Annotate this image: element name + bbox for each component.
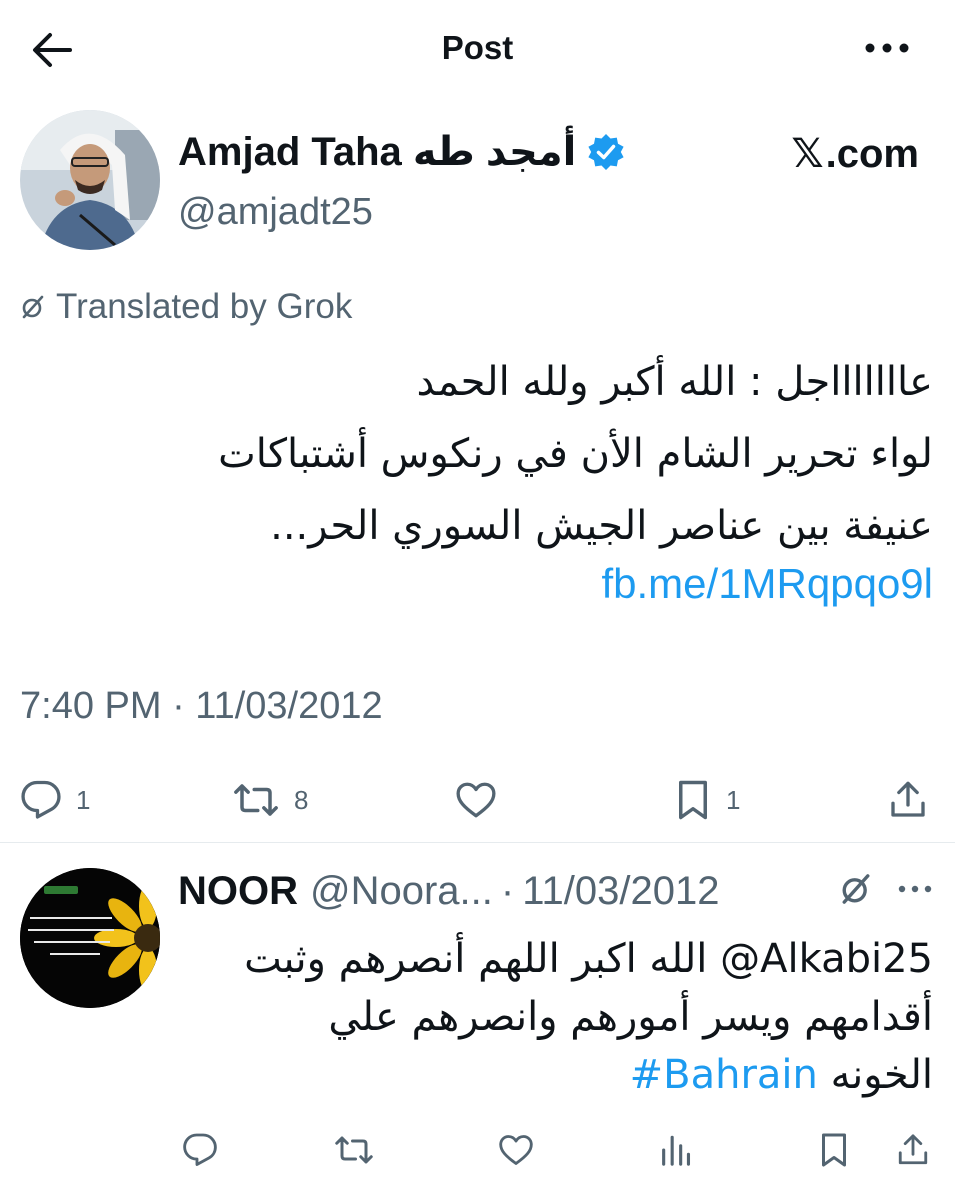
reply-actions — [0, 1128, 955, 1172]
repost-icon — [335, 1136, 373, 1164]
reply-text-line: أقدامهم ويسر أمورهم وانصرهم علي — [328, 994, 933, 1040]
top-bar: Post — [0, 0, 955, 96]
reply-translate-button[interactable] — [839, 872, 873, 911]
grok-translate-icon — [842, 874, 870, 904]
tweet-timestamp[interactable]: 7:40 PM · 11/03/2012 — [20, 682, 383, 730]
x-logo-icon: 𝕏 — [791, 131, 824, 177]
reply-text: Alkabi25@ الله اكبر اللهم أنصرهم وثبت أق… — [178, 930, 933, 1104]
reply-icon — [183, 1133, 217, 1166]
grok-translate-icon — [22, 295, 44, 319]
reply-header: NOOR @Noora... · 11/03/2012 — [178, 866, 925, 916]
reply-author-name[interactable]: NOOR — [178, 869, 298, 914]
views-chart-icon — [662, 1135, 691, 1166]
author-handle[interactable]: @amjadt25 — [178, 188, 373, 236]
more-horizontal-icon — [865, 43, 909, 53]
verified-badge-icon — [586, 132, 626, 172]
reply-button[interactable]: 1 — [20, 774, 90, 826]
tweet-text-line: عاااااااجل : الله أكبر ولله الحمد — [416, 359, 933, 405]
share-icon — [891, 781, 925, 817]
heart-icon — [456, 782, 496, 818]
reply-share-button[interactable] — [896, 1128, 930, 1172]
reply-more-button[interactable] — [897, 872, 933, 911]
tweet-text-line: عنيفة بين عناصر الجيش السوري الحر... — [270, 503, 933, 549]
repost-button[interactable]: 8 — [232, 774, 308, 826]
reply-repost-button[interactable] — [334, 1128, 374, 1172]
bookmark-icon — [679, 780, 707, 820]
source-domain-text: .com — [825, 132, 919, 176]
reply-text-line: الخونه #Bahrain — [178, 1046, 933, 1104]
reply-text-line: Alkabi25@ الله اكبر اللهم أنصرهم وثبت — [244, 936, 933, 982]
tweet-text: عاااااااجل : الله أكبر ولله الحمد لواء ت… — [100, 346, 933, 562]
reply-count: 1 — [76, 784, 91, 815]
author-name-text: Amjad Taha أمجد طه — [178, 130, 577, 174]
reply-views-button[interactable] — [658, 1128, 692, 1172]
like-button[interactable] — [454, 774, 512, 826]
more-horizontal-icon — [898, 885, 932, 893]
share-button[interactable] — [888, 774, 928, 826]
bookmark-count: 1 — [726, 784, 741, 815]
heart-icon — [499, 1135, 533, 1165]
page-title: Post — [441, 29, 514, 66]
reply-like-button[interactable] — [497, 1128, 535, 1172]
divider — [0, 842, 955, 843]
share-icon — [898, 1134, 928, 1165]
reply-bookmark-button[interactable] — [818, 1128, 850, 1172]
separator-dot: · — [500, 868, 515, 913]
source-domain: 𝕏 .com — [791, 130, 919, 178]
tweet-link[interactable]: fb.me/1MRqpqo9l — [601, 556, 933, 612]
author-avatar[interactable] — [20, 110, 160, 250]
tweet-actions: 1 8 1 — [0, 774, 955, 826]
reply-text-last-word: الخونه — [830, 1052, 933, 1098]
reply-author-handle[interactable]: @Noora... — [310, 869, 493, 914]
repost-count: 8 — [294, 784, 309, 815]
hashtag-link[interactable]: #Bahrain — [630, 1052, 818, 1098]
tweet-text-line: لواء تحرير الشام الأن في رنكوس أشتباكات — [218, 431, 933, 477]
bookmark-button[interactable]: 1 — [674, 774, 740, 826]
reply-reply-button[interactable] — [182, 1128, 218, 1172]
repost-icon — [234, 784, 278, 816]
reply-avatar[interactable] — [20, 868, 160, 1008]
translated-label: Translated by Grok — [56, 287, 353, 326]
reply-date[interactable]: 11/03/2012 — [522, 869, 719, 914]
reply-icon — [21, 780, 61, 819]
author-name[interactable]: Amjad Taha أمجد طه — [178, 128, 626, 176]
translated-by-grok[interactable]: Translated by Grok — [20, 284, 352, 330]
bookmark-icon — [822, 1133, 846, 1167]
more-button[interactable] — [859, 28, 915, 68]
